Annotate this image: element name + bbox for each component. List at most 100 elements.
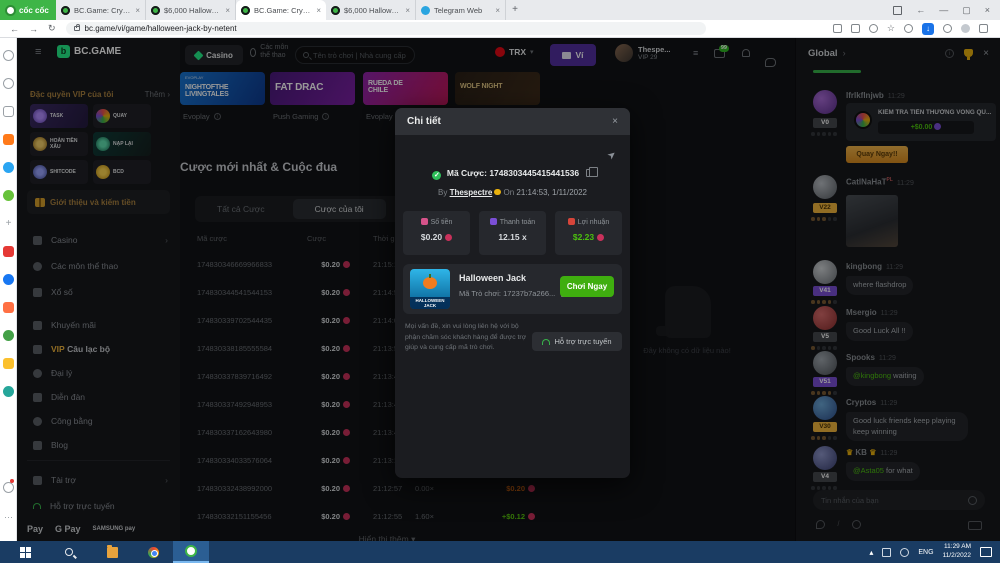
toolbar-icons: ☆ ↓ (833, 23, 1000, 35)
messenger-icon[interactable] (3, 162, 14, 173)
translate-icon[interactable] (851, 24, 860, 33)
play-now-button[interactable]: Chơi Ngay (560, 276, 614, 297)
game-card: HALLOWEEN JACK Halloween Jack Mã Trò chơ… (403, 264, 622, 314)
amount-icon (421, 218, 428, 225)
bee-icon (494, 189, 501, 195)
bcgame-favicon (151, 6, 160, 15)
thumb-label: HALLOWEEN JACK (410, 297, 450, 309)
save-page-icon[interactable] (833, 24, 842, 33)
tab-close-icon[interactable]: × (405, 6, 410, 15)
new-tab-button[interactable]: + (506, 0, 524, 20)
browser-tab-1[interactable]: BC.Game: Crypto Casino Ga... × (56, 0, 146, 20)
page-url: bc.game/vi/game/halloween-jack-by-netent (85, 24, 237, 33)
bet-id-value: 1748303445415441536 (489, 168, 579, 178)
chat-app-icon[interactable] (3, 330, 14, 341)
live-support-button[interactable]: Hỗ trợ trực tuyến (532, 332, 622, 351)
facebook-icon[interactable] (3, 274, 14, 285)
coccoc-icon (185, 545, 197, 557)
modal-title: Chi tiết (407, 116, 441, 127)
bet-author-line: By Thespectre On 21:14:53, 1/11/2022 (395, 188, 630, 197)
language-indicator[interactable]: ENG (918, 549, 933, 556)
modal-close-icon[interactable]: × (612, 116, 618, 127)
nav-forward-icon[interactable]: → (29, 24, 38, 34)
clock-date: 11/2/2022 (943, 552, 971, 561)
history-icon[interactable] (3, 78, 14, 89)
settings-gear-icon[interactable] (3, 50, 14, 61)
window-maximize[interactable]: ▢ (962, 5, 971, 16)
downloads-icon[interactable] (979, 24, 988, 33)
browser-toolbar: ← → ↻ bc.game/vi/game/halloween-jack-by-… (0, 20, 1000, 38)
tab-title: Telegram Web (434, 6, 482, 15)
start-button[interactable] (20, 547, 31, 558)
browser-tab-4[interactable]: $6,000 Halloween Slot Battl... × (326, 0, 416, 20)
action-center-icon[interactable] (980, 547, 992, 557)
verified-shield-icon: ✓ (432, 171, 441, 180)
file-explorer-icon[interactable] (107, 547, 118, 558)
stat-profit: Lợi nhuận $2.23 (555, 211, 622, 255)
sync-icon[interactable] (943, 24, 952, 33)
game-thumbnail[interactable]: HALLOWEEN JACK (410, 269, 450, 309)
window-controls: ← — ▢ × (893, 0, 1000, 20)
profile-avatar-icon[interactable] (961, 24, 970, 33)
bet-id-line: ✓ Mã Cược: 1748303445415441536 (395, 168, 630, 180)
share-icon[interactable]: ➤ (605, 149, 618, 163)
network-icon[interactable] (882, 548, 891, 557)
trx-coin-icon (445, 234, 452, 241)
adblock-shield-icon[interactable] (904, 24, 913, 33)
tab-close-icon[interactable]: × (316, 6, 321, 15)
taskbar-clock[interactable]: 11:29 AM 11/2/2022 (943, 543, 971, 561)
coccoc-brand-label: cốc cốc (19, 6, 49, 15)
chrome-icon[interactable] (148, 547, 159, 558)
telegram-favicon (421, 6, 430, 15)
notification-dot (10, 479, 14, 483)
tab-close-icon[interactable]: × (225, 6, 230, 15)
address-bar[interactable]: bc.game/vi/game/halloween-jack-by-netent (66, 22, 706, 35)
browser-sidebar: + ⋯ (0, 38, 17, 541)
stat-payout: Thanh toán 12.15 x (479, 211, 546, 255)
tray-expand-icon[interactable]: ▴ (869, 548, 873, 557)
tab-title: BC.Game: Crypto Casino Ga... (74, 6, 131, 15)
download-manager-icon[interactable]: ↓ (922, 23, 934, 35)
screen: cốc cốc BC.Game: Crypto Casino Ga... × $… (0, 0, 1000, 563)
coccoc-brand-button[interactable]: cốc cốc (0, 0, 56, 20)
clock-time: 11:29 AM (943, 543, 971, 552)
reading-list-icon[interactable] (3, 106, 14, 117)
back-arrow-icon[interactable]: ← (916, 5, 925, 15)
profit-icon (568, 218, 575, 225)
browser-tab-2[interactable]: $6,000 Halloween Slot Battl... × (146, 0, 236, 20)
wallet-app-icon[interactable] (3, 386, 14, 397)
nav-back-icon[interactable]: ← (10, 24, 19, 34)
browser-tab-5[interactable]: Telegram Web × (416, 0, 506, 20)
pumpkin-icon (423, 277, 437, 289)
tab-close-icon[interactable]: × (135, 6, 140, 15)
shopping-icon[interactable] (3, 302, 14, 313)
game-name: Halloween Jack (459, 273, 526, 283)
game-shortcut-icon[interactable] (3, 190, 14, 201)
tab-close-icon[interactable]: × (495, 6, 500, 15)
youtube-icon[interactable] (3, 246, 14, 257)
window-minimize[interactable]: — (939, 5, 948, 15)
notification-bell-icon[interactable] (3, 482, 14, 493)
bookmark-star-icon[interactable]: ☆ (887, 24, 895, 33)
taskbar-search-icon[interactable] (65, 548, 73, 556)
tab-title: BC.Game: Crypto Casino Ga... (254, 6, 312, 15)
hot-deals-icon[interactable] (3, 134, 14, 145)
game-code-line: Mã Trò chơi: 17237b7a266... (459, 289, 568, 298)
screenshot-icon[interactable] (893, 6, 902, 15)
tab-title: $6,000 Halloween Slot Battl... (164, 6, 221, 15)
more-options-icon[interactable]: ⋯ (3, 512, 14, 523)
browser-tab-3-active[interactable]: BC.Game: Crypto Casino Ga... × (236, 0, 326, 20)
coccoc-taskbar-icon-active[interactable] (173, 541, 209, 563)
payout-icon (490, 218, 497, 225)
nav-reload-icon[interactable]: ↻ (48, 23, 56, 34)
headset-icon (542, 339, 550, 345)
volume-icon[interactable] (900, 548, 909, 557)
bet-author-link[interactable]: Thespectre (450, 188, 493, 197)
add-shortcut-icon[interactable]: + (3, 218, 14, 229)
rewards-icon[interactable] (3, 358, 14, 369)
window-close[interactable]: × (985, 5, 990, 15)
copy-icon[interactable] (586, 169, 593, 177)
lock-icon (74, 26, 80, 31)
bcgame-page: ≡ b BC.GAME Đặc quyền VIP của tôi Thêm ›… (17, 38, 1000, 541)
share-icon[interactable] (869, 24, 878, 33)
